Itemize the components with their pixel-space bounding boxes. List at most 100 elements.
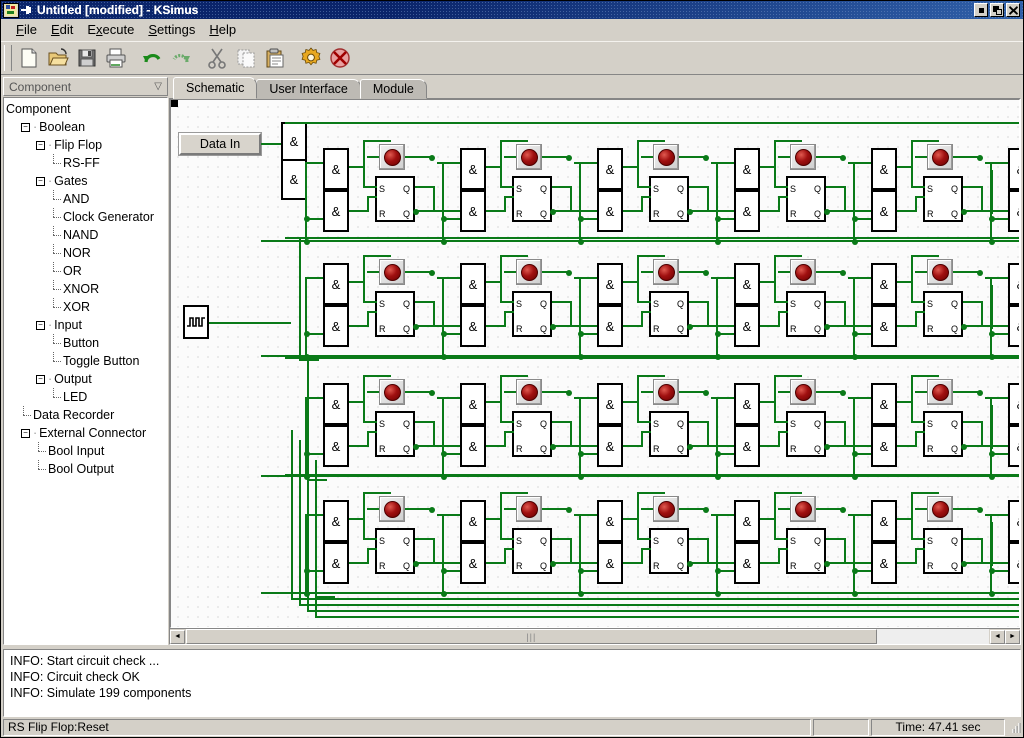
tree-item-data-recorder[interactable]: Data Recorder [6, 406, 167, 424]
tree-item-button[interactable]: Button [6, 334, 167, 352]
and-gate[interactable]: & [460, 383, 486, 425]
tree-item-nor[interactable]: NOR [6, 244, 167, 262]
rs-flipflop[interactable]: S Q R Q [375, 176, 415, 222]
tree-collapse-icon[interactable]: − [21, 122, 30, 132]
led-indicator[interactable] [927, 144, 953, 170]
tree-collapse-icon[interactable]: − [36, 374, 45, 384]
tree-item-or[interactable]: OR [6, 262, 167, 280]
and-gate[interactable]: & [323, 383, 349, 425]
tree-item-rs-ff[interactable]: RS-FF [6, 154, 167, 172]
and-gate[interactable]: & [734, 425, 760, 467]
menu-help[interactable]: Help [202, 20, 243, 39]
and-gate[interactable]: & [323, 500, 349, 542]
tree-collapse-icon[interactable]: − [36, 320, 45, 330]
and-gate[interactable]: & [323, 425, 349, 467]
and-gate[interactable]: & [734, 148, 760, 190]
copy-icon[interactable] [232, 44, 260, 72]
data-in-button[interactable]: Data In [179, 133, 261, 155]
led-indicator[interactable] [516, 144, 542, 170]
and-gate[interactable]: & [871, 425, 897, 467]
and-gate[interactable]: & [323, 263, 349, 305]
and-gate[interactable]: & [460, 425, 486, 467]
menu-edit[interactable]: Edit [44, 20, 80, 39]
and-gate[interactable]: & [734, 500, 760, 542]
and-gate[interactable]: & [1008, 500, 1019, 542]
and-gate[interactable]: & [734, 383, 760, 425]
rs-flipflop[interactable]: S Q R Q [649, 528, 689, 574]
led-indicator[interactable] [790, 496, 816, 522]
log-panel[interactable]: INFO: Start circuit check ... INFO: Circu… [3, 649, 1021, 717]
toolbar-grip[interactable] [4, 45, 12, 71]
menu-file[interactable]: File [9, 20, 44, 39]
led-indicator[interactable] [379, 496, 405, 522]
rs-flipflop[interactable]: S Q R Q [786, 411, 826, 457]
tree-item-clock-generator[interactable]: Clock Generator [6, 208, 167, 226]
led-indicator[interactable] [653, 496, 679, 522]
scroll-right-arrow[interactable]: ► [1005, 629, 1020, 644]
led-indicator[interactable] [927, 496, 953, 522]
tree-item-nand[interactable]: NAND [6, 226, 167, 244]
and-gate[interactable]: & [460, 263, 486, 305]
menu-execute[interactable]: Execute [80, 20, 141, 39]
app-icon[interactable] [3, 2, 19, 18]
scroll-track[interactable]: ||| [186, 629, 989, 644]
led-indicator[interactable] [516, 496, 542, 522]
and-gate[interactable]: & [597, 305, 623, 347]
and-gate[interactable]: & [597, 190, 623, 232]
and-gate[interactable]: & [734, 263, 760, 305]
and-gate[interactable]: & [597, 425, 623, 467]
led-indicator[interactable] [927, 379, 953, 405]
rs-flipflop[interactable]: S Q R Q [649, 176, 689, 222]
horizontal-scrollbar[interactable]: ◄ ||| ◄ ► [170, 628, 1020, 644]
rs-flipflop[interactable]: S Q R Q [923, 411, 963, 457]
and-gate[interactable]: & [597, 383, 623, 425]
rs-flipflop[interactable]: S Q R Q [512, 176, 552, 222]
and-gate[interactable]: & [871, 305, 897, 347]
redo-icon[interactable] [167, 44, 195, 72]
led-indicator[interactable] [516, 259, 542, 285]
scroll-left-arrow-2[interactable]: ◄ [990, 629, 1005, 644]
and-gate[interactable]: & [460, 542, 486, 584]
and-gate-pair[interactable]: & & [281, 122, 307, 200]
scroll-left-arrow[interactable]: ◄ [170, 629, 185, 644]
tree-item-boolean[interactable]: − · Boolean [6, 118, 167, 136]
scroll-thumb[interactable]: ||| [186, 629, 877, 644]
save-icon[interactable] [73, 44, 101, 72]
and-gate[interactable]: & [871, 190, 897, 232]
tree-item-bool-output[interactable]: Bool Output [6, 460, 167, 478]
led-indicator[interactable] [790, 144, 816, 170]
led-indicator[interactable] [927, 259, 953, 285]
rs-flipflop[interactable]: S Q R Q [786, 291, 826, 337]
maximize-button[interactable] [990, 3, 1004, 17]
resize-grip[interactable] [1007, 719, 1021, 736]
and-gate[interactable]: & [1008, 425, 1019, 467]
minimize-button[interactable] [974, 3, 988, 17]
print-icon[interactable] [102, 44, 130, 72]
and-gate[interactable]: & [323, 542, 349, 584]
rs-flipflop[interactable]: S Q R Q [923, 291, 963, 337]
led-indicator[interactable] [790, 379, 816, 405]
led-indicator[interactable] [653, 144, 679, 170]
tree-item-flip-flop[interactable]: − · Flip Flop [6, 136, 167, 154]
tree-item-bool-input[interactable]: Bool Input [6, 442, 167, 460]
and-gate[interactable]: & [871, 263, 897, 305]
component-tree[interactable]: Component − · Boolean − · Flip Flop RS-FF − · Gate… [3, 97, 168, 645]
tab-user-interface[interactable]: User Interface [256, 79, 361, 99]
clock-generator[interactable] [183, 305, 209, 339]
component-panel-header[interactable]: Component ▽ [3, 77, 168, 96]
and-gate[interactable]: & [1008, 263, 1019, 305]
and-gate[interactable]: & [597, 263, 623, 305]
rs-flipflop[interactable]: S Q R Q [375, 411, 415, 457]
tree-item-gates[interactable]: − · Gates [6, 172, 167, 190]
tree-collapse-icon[interactable]: − [36, 140, 45, 150]
cut-icon[interactable] [203, 44, 231, 72]
tree-item-xor[interactable]: XOR [6, 298, 167, 316]
led-indicator[interactable] [379, 259, 405, 285]
and-gate[interactable]: & [1008, 383, 1019, 425]
tree-item-toggle-button[interactable]: Toggle Button [6, 352, 167, 370]
undo-icon[interactable] [138, 44, 166, 72]
rs-flipflop[interactable]: S Q R Q [923, 528, 963, 574]
rs-flipflop[interactable]: S Q R Q [375, 291, 415, 337]
and-gate[interactable]: & [734, 305, 760, 347]
rs-flipflop[interactable]: S Q R Q [649, 411, 689, 457]
